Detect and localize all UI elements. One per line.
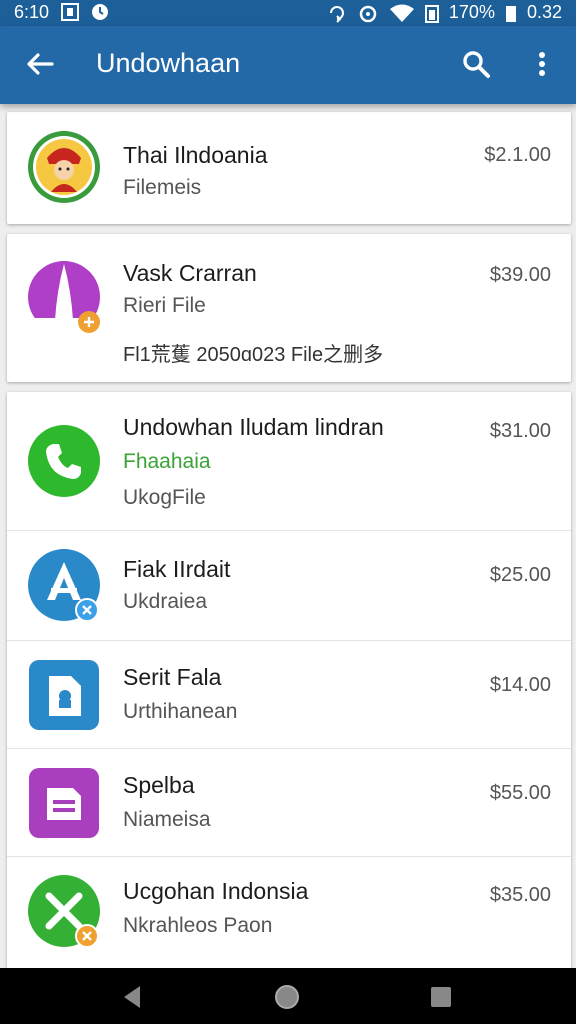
page-title: Undowhaan: [96, 48, 241, 78]
item-name: Vask Crarran: [123, 260, 257, 286]
nav-home-icon[interactable]: [272, 982, 302, 1012]
item-subtitle: Filemeis: [123, 176, 202, 199]
purple-pin-icon: [27, 261, 101, 334]
blue-file-icon: [29, 660, 99, 730]
item-name: Undowhan Iludam lindran: [123, 414, 384, 440]
battery-icon: [505, 5, 516, 22]
item-subtitle: Niameisa: [123, 808, 211, 831]
green-x-icon: [28, 875, 100, 948]
status-time: 6:10: [14, 2, 50, 22]
sync-icon: [329, 5, 344, 23]
item-subtitle: Fhaahaia: [123, 450, 211, 473]
app-bar: Undowhaan: [0, 26, 576, 104]
item-list: Thai Ilndoania Filemeis $2.1.00 Vask Cra…: [0, 104, 576, 968]
item-subtitle: Urthihanean: [123, 700, 238, 723]
list-group-card: Undowhan Iludam lindran Fhaahaia UkogFil…: [7, 392, 571, 968]
app-store-icon: [28, 549, 100, 622]
list-item[interactable]: Spelba Niameisa $55.00: [7, 748, 571, 857]
item-extra: Fl1荒蒦 2050ɑ023 File之删多: [123, 344, 384, 366]
clock-icon: [92, 4, 108, 20]
item-name: Thai Ilndoania: [123, 142, 268, 168]
indonesia-emblem-icon: [28, 131, 100, 203]
status-extra: 0.32: [526, 2, 562, 22]
item-price: $14.00: [489, 674, 551, 696]
search-icon[interactable]: [458, 46, 494, 82]
nav-recents-icon[interactable]: [426, 982, 456, 1012]
item-name: Fiak IIrdait: [123, 556, 231, 582]
item-price: $2.1.00: [484, 144, 551, 166]
item-price: $55.00: [489, 782, 551, 804]
item-subtitle: Nkrahleos Paon: [123, 914, 273, 937]
phone-icon: [28, 425, 100, 497]
notification-icon: [61, 3, 79, 21]
item-name: Serit Fala: [123, 664, 222, 690]
list-item[interactable]: Serit Fala Urthihanean $14.00: [7, 640, 571, 749]
battery-percent: 170%: [448, 2, 495, 22]
item-extra: UkogFile: [123, 486, 206, 509]
list-item[interactable]: Fiak IIrdait Ukdraiea $25.00: [7, 530, 571, 641]
signal-icon: [424, 4, 439, 23]
more-vert-icon[interactable]: [524, 46, 560, 82]
item-price: $25.00: [489, 564, 551, 586]
item-name: Spelba: [123, 772, 195, 798]
list-card[interactable]: Vask Crarran Rieri File Fl1荒蒦 2050ɑ023 F…: [7, 234, 571, 382]
wifi-icon: [389, 4, 414, 22]
alarm-icon: [359, 5, 377, 22]
list-card[interactable]: Thai Ilndoania Filemeis $2.1.00: [7, 112, 571, 224]
nav-bar: [0, 968, 576, 1024]
list-item[interactable]: Ucgohan Indonsia Nkrahleos Paon $35.00: [7, 856, 571, 968]
back-arrow-icon[interactable]: [22, 46, 58, 82]
nav-back-icon[interactable]: [118, 982, 148, 1012]
item-price: $31.00: [489, 420, 551, 442]
item-price: $39.00: [489, 264, 551, 286]
item-subtitle: Rieri File: [123, 294, 206, 317]
item-price: $35.00: [489, 884, 551, 906]
item-name: Ucgohan Indonsia: [123, 878, 309, 904]
item-subtitle: Ukdraiea: [123, 590, 208, 613]
list-item[interactable]: Undowhan Iludam lindran Fhaahaia UkogFil…: [7, 392, 571, 531]
status-bar: 6:10 170% 0.32: [0, 0, 576, 26]
purple-document-icon: [29, 768, 99, 838]
